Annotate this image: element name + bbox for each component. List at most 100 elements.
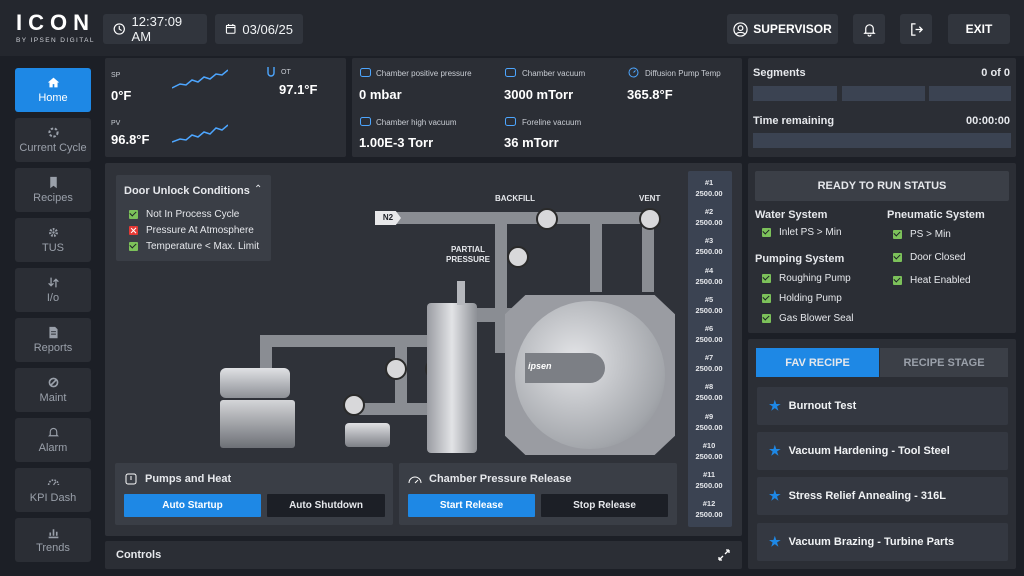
zone-id: #10: [702, 440, 716, 450]
pressure-label: Chamber positive pressure: [376, 69, 472, 78]
nav-maint[interactable]: Maint: [15, 368, 91, 412]
sp-label: SP: [111, 72, 121, 79]
vent-valve[interactable]: [639, 208, 661, 230]
nav-label: KPI Dash: [29, 492, 77, 504]
zone-id: #9: [704, 411, 714, 421]
auto-startup-button[interactable]: Auto Startup: [124, 494, 261, 517]
check-icon: [762, 227, 771, 237]
recipe-item[interactable]: ★ Burnout Test: [757, 387, 1008, 425]
chevron-up-icon[interactable]: ⌃: [254, 184, 262, 195]
pressure-value: 0 mbar: [359, 87, 402, 102]
zone-column: #1 2500.00 #2 2500.00 #3 2500.00 #4 2500.00 #5 25…: [688, 171, 732, 527]
stop-release-button[interactable]: Stop Release: [541, 494, 668, 517]
zone-id: #2: [704, 207, 714, 217]
nav-recipes[interactable]: Recipes: [15, 168, 91, 212]
pressure-label: Chamber vacuum: [522, 69, 586, 78]
backfill-pipe: [390, 212, 654, 224]
zone-cell: #6 2500.00: [691, 323, 727, 349]
nav-tus[interactable]: TUS: [15, 218, 91, 262]
notification-button[interactable]: [853, 14, 885, 44]
home-icon: [47, 77, 59, 88]
ready-to-run-title: READY TO RUN STATUS: [755, 171, 1009, 201]
nav-label: Trends: [36, 542, 70, 554]
segment-bar: [753, 86, 837, 101]
segments-panel: Segments 0 of 0 Time remaining 00:00:00: [748, 58, 1016, 157]
top-bar: ICON BY IPSEN DIGITAL 12:37:09 AM 03/06/…: [0, 0, 1024, 56]
recipe-label: Vacuum Hardening - Tool Steel: [788, 445, 950, 457]
check-icon: [129, 209, 138, 219]
segment-bar: [929, 86, 1011, 101]
segment-bar: [842, 86, 925, 101]
nav-current-cycle[interactable]: Current Cycle: [15, 118, 91, 162]
partial-pressure-valve[interactable]: [507, 246, 529, 268]
condition-label: Not In Process Cycle: [146, 208, 240, 220]
pneumatic-system-title: Pneumatic System: [887, 209, 985, 221]
recipe-item[interactable]: ★ Stress Relief Annealing - 316L: [757, 477, 1008, 515]
holding-valve[interactable]: [343, 394, 365, 416]
tab-fav-recipe[interactable]: FAV RECIPE: [756, 348, 879, 377]
recipe-item[interactable]: ★ Vacuum Brazing - Turbine Parts: [757, 523, 1008, 561]
pumping-system-title: Pumping System: [755, 253, 845, 265]
backfill-valve[interactable]: [536, 208, 558, 230]
user-button[interactable]: SUPERVISOR: [727, 14, 838, 44]
time-remaining-value: 00:00:00: [965, 115, 1010, 127]
nav-label: Recipes: [33, 192, 73, 204]
check-icon: [893, 252, 902, 262]
roughing-valve[interactable]: [385, 358, 407, 380]
controls-bar[interactable]: Controls: [105, 541, 742, 569]
zone-cell: #9 2500.00: [691, 411, 727, 437]
ready-item: PS > Min: [893, 229, 951, 240]
start-release-button[interactable]: Start Release: [408, 494, 535, 517]
zone-cell: #8 2500.00: [691, 381, 727, 407]
pressure-label: PRESSURE: [446, 255, 491, 264]
gauge-icon: [505, 117, 516, 126]
check-icon: [762, 273, 771, 283]
nav-home[interactable]: Home: [15, 68, 91, 112]
nav-label: Current Cycle: [19, 142, 87, 154]
logout-button[interactable]: [900, 14, 932, 44]
zone-value: 2500.00: [695, 422, 723, 432]
user-icon: [733, 21, 748, 37]
gauge-icon: [505, 68, 516, 77]
zone-cell: #12 2500.00: [691, 498, 727, 524]
bookmark-icon: [49, 176, 57, 189]
zone-cell: #11 2500.00: [691, 469, 727, 495]
pressure-panel: Chamber positive pressure 0 mbar Chamber…: [352, 58, 742, 157]
zone-id: #8: [704, 382, 714, 392]
zone-value: 2500.00: [695, 305, 723, 315]
zone-cell: #1 2500.00: [691, 177, 727, 203]
auto-shutdown-button[interactable]: Auto Shutdown: [267, 494, 385, 517]
partial-label: PARTIAL: [450, 245, 486, 254]
zone-value: 2500.00: [695, 481, 723, 490]
zone-id: #4: [704, 265, 714, 275]
check-icon: [129, 241, 138, 251]
thermocouple-icon: [267, 67, 275, 77]
star-icon: ★: [769, 398, 781, 413]
recipe-item[interactable]: ★ Vacuum Hardening - Tool Steel: [757, 432, 1008, 470]
recipe-label: Burnout Test: [788, 400, 857, 412]
nav-trends[interactable]: Trends: [15, 518, 91, 562]
zone-id: #3: [704, 236, 714, 246]
nav-alarm[interactable]: Alarm: [15, 418, 91, 462]
gauge-icon: [360, 68, 371, 77]
backfill-drop-pipe: [590, 212, 602, 292]
sidebar: Home Current Cycle Recipes TUS I/o Repor…: [0, 56, 101, 576]
zone-id: #5: [704, 294, 714, 304]
nav-kpi-dash[interactable]: KPI Dash: [15, 468, 91, 512]
expand-icon[interactable]: [718, 549, 730, 561]
controls-label: Controls: [116, 549, 162, 561]
pv-sparkline-icon: [172, 124, 228, 143]
condition-item: Pressure At Atmosphere: [129, 222, 259, 238]
nav-reports[interactable]: Reports: [15, 318, 91, 362]
pumps-heat-title: Pumps and Heat: [145, 473, 232, 485]
tab-recipe-stage[interactable]: RECIPE STAGE: [880, 348, 1008, 377]
pressure-value: 1.00E-3 Torr: [359, 135, 434, 150]
zone-cell: #7 2500.00: [691, 352, 727, 378]
star-icon: ★: [769, 488, 781, 503]
check-icon: [893, 275, 902, 285]
logout-icon: [910, 22, 923, 36]
nav-io[interactable]: I/o: [15, 268, 91, 312]
segments-label: Segments: [753, 67, 806, 79]
nav-label: Maint: [39, 392, 67, 404]
exit-button[interactable]: EXIT: [948, 14, 1010, 44]
